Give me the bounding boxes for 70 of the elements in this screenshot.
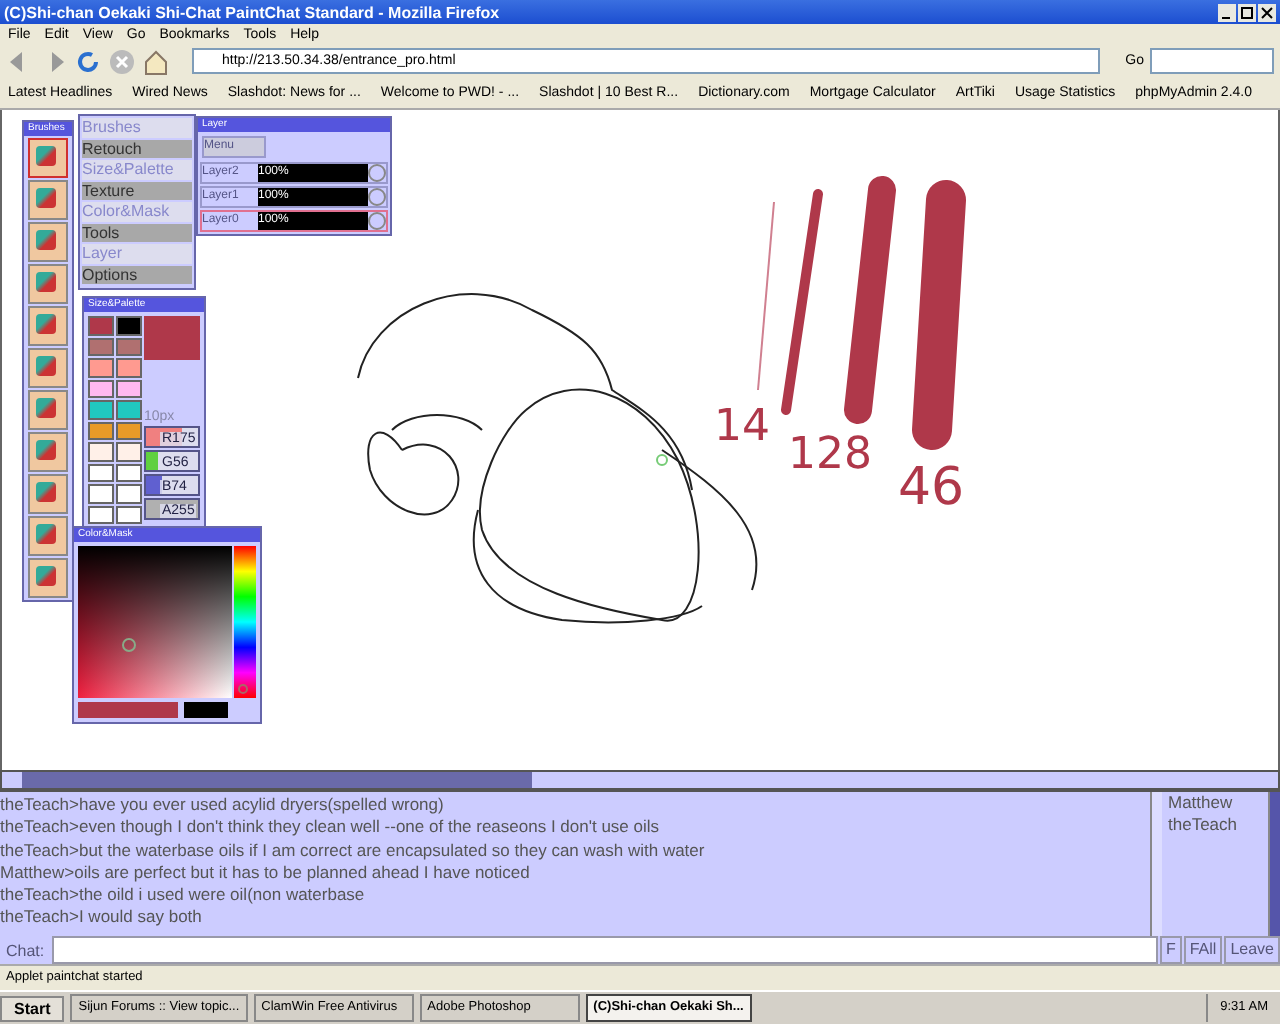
user-name[interactable]: Matthew — [1168, 792, 1268, 814]
chat-input[interactable] — [52, 936, 1158, 964]
chat-button[interactable]: F — [1159, 936, 1182, 964]
home-icon[interactable] — [142, 47, 170, 75]
color-swatch[interactable] — [116, 379, 142, 398]
mask-color-swatch — [184, 702, 228, 718]
brush-tool-icon[interactable] — [28, 222, 68, 262]
brush-tool-icon[interactable] — [28, 180, 68, 220]
brush-tool-icon[interactable] — [28, 432, 68, 472]
color-swatch[interactable] — [88, 505, 114, 524]
brush-tool-icon[interactable] — [28, 138, 68, 178]
color-swatch[interactable] — [88, 337, 114, 356]
color-swatch[interactable] — [88, 316, 114, 335]
window-title: (C)Shi-chan Oekaki Shi-Chat PaintChat Standard - Mozilla Firefox — [4, 3, 500, 21]
picker-ring-icon — [122, 638, 136, 652]
hue-slider[interactable] — [234, 546, 256, 698]
color-swatch[interactable] — [88, 379, 114, 398]
main-color-swatch — [78, 702, 178, 718]
color-swatch[interactable] — [116, 358, 142, 377]
chat-message: theTeach>even though I don't think they clean well --one of the reaseons I don't use oils — [0, 816, 662, 840]
color-swatch[interactable] — [88, 484, 114, 503]
brush-tool-icon[interactable] — [28, 348, 68, 388]
color-swatch[interactable] — [116, 505, 142, 524]
vertical-scrollbar[interactable] — [1150, 792, 1162, 936]
handwritten-number: 128 — [788, 430, 872, 480]
brush-tool-icon[interactable] — [28, 516, 68, 556]
maximize-button[interactable] — [1238, 3, 1256, 21]
color-swatch[interactable] — [116, 337, 142, 356]
handwritten-number: 46 — [898, 458, 965, 518]
brush-tool-icon[interactable] — [28, 474, 68, 514]
color-swatch[interactable] — [116, 484, 142, 503]
panel-menu-item[interactable]: Options — [82, 265, 192, 284]
chat-label: Chat: — [4, 941, 47, 959]
chat-button[interactable]: Leave — [1224, 936, 1280, 964]
color-swatch[interactable] — [88, 421, 114, 440]
color-swatch[interactable] — [88, 442, 114, 461]
panel-menu-item[interactable]: Texture — [82, 181, 192, 200]
color-swatch[interactable] — [116, 400, 142, 419]
user-name[interactable]: theTeach — [1168, 814, 1268, 836]
brush-tool-icon[interactable] — [28, 264, 68, 304]
panel-menu-item[interactable]: Retouch — [82, 139, 192, 158]
close-button[interactable] — [1258, 3, 1276, 21]
panel-menu-item[interactable]: Tools — [82, 223, 192, 242]
hue-handle[interactable] — [238, 683, 248, 694]
color-picker-square[interactable] — [78, 546, 232, 698]
vertical-scrollbar[interactable] — [1268, 792, 1280, 936]
chat-message: theTeach>the oild i used were oil(non waterbase — [0, 884, 367, 907]
brush-tool-icon[interactable] — [28, 558, 68, 598]
minimize-button[interactable] — [1218, 3, 1236, 21]
current-color-swatch — [144, 316, 200, 360]
handwritten-number: 14 — [714, 402, 770, 452]
color-swatch[interactable] — [116, 442, 142, 461]
color-swatch[interactable] — [88, 400, 114, 419]
color-swatch[interactable] — [116, 421, 142, 440]
brush-tool-icon[interactable] — [28, 306, 68, 346]
start-button[interactable]: Start — [0, 995, 65, 1021]
color-swatch[interactable] — [88, 463, 114, 482]
color-swatch[interactable] — [88, 358, 114, 377]
chat-message: theTeach>I would say both — [0, 906, 204, 930]
stop-icon[interactable] — [108, 47, 136, 75]
chat-message: Matthew>oils are perfect but it has to be planned ahead I have noticed — [0, 861, 532, 885]
brush-tool-icon[interactable] — [28, 390, 68, 430]
color-swatch[interactable] — [116, 316, 142, 335]
reload-icon[interactable] — [74, 47, 102, 75]
chat-button[interactable]: FAll — [1183, 936, 1223, 964]
chat-message: theTeach>but the waterbase oils if I am correct are encapsulated so they can wash with water — [0, 839, 707, 862]
color-swatch[interactable] — [116, 463, 142, 482]
search-field[interactable] — [1150, 48, 1274, 74]
horizontal-scrollbar[interactable] — [0, 770, 1280, 790]
chat-message: theTeach>have you ever used acylid dryers(spelled wrong) — [0, 794, 446, 817]
